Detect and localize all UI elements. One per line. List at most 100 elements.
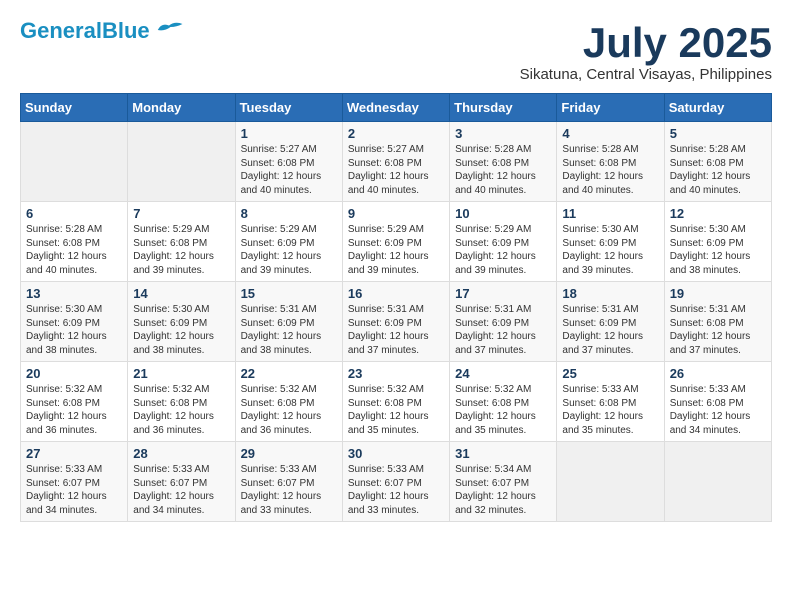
day-number: 4 — [562, 126, 658, 141]
title-block: July 2025 Sikatuna, Central Visayas, Phi… — [520, 20, 772, 83]
calendar-cell: 8 Sunrise: 5:29 AM Sunset: 6:09 PM Daylig… — [235, 202, 342, 282]
day-info: Sunrise: 5:27 AM Sunset: 6:08 PM Dayligh… — [348, 143, 444, 197]
calendar-cell: 23 Sunrise: 5:32 AM Sunset: 6:08 PM Dayli… — [342, 362, 449, 442]
day-number: 19 — [670, 286, 766, 301]
day-number: 22 — [241, 366, 337, 381]
calendar-header-row: SundayMondayTuesdayWednesdayThursdayFrid… — [21, 94, 772, 122]
calendar-week-2: 6Sunrise: 5:28 AM Sunset: 6:08 PM Daylig… — [21, 202, 772, 282]
calendar-cell: 13 Sunrise: 5:30 AM Sunset: 6:09 PM Dayli… — [21, 282, 128, 362]
month-title: July 2025 — [520, 20, 772, 66]
calendar-week-1: 1Sunrise: 5:27 AM Sunset: 6:08 PM Daylig… — [21, 122, 772, 202]
day-number: 23 — [348, 366, 444, 381]
calendar-weekday-tuesday: Tuesday — [235, 94, 342, 122]
logo-bird-icon — [154, 18, 184, 36]
day-info: Sunrise: 5:33 AM Sunset: 6:07 PM Dayligh… — [133, 463, 229, 517]
logo-text: GeneralBlue — [20, 20, 150, 42]
calendar-cell: 31Sunrise: 5:34 AM Sunset: 6:07 PM Dayli… — [450, 442, 557, 522]
day-info: Sunrise: 5:31 AM Sunset: 6:09 PM Dayligh… — [241, 303, 337, 357]
calendar-weekday-wednesday: Wednesday — [342, 94, 449, 122]
calendar-cell: 6Sunrise: 5:28 AM Sunset: 6:08 PM Daylig… — [21, 202, 128, 282]
day-info: Sunrise: 5:33 AM Sunset: 6:08 PM Dayligh… — [562, 383, 658, 437]
calendar-week-5: 27 Sunrise: 5:33 AM Sunset: 6:07 PM Dayli… — [21, 442, 772, 522]
calendar-week-4: 20 Sunrise: 5:32 AM Sunset: 6:08 PM Dayli… — [21, 362, 772, 442]
day-number: 26 — [670, 366, 766, 381]
day-number: 14 — [133, 286, 229, 301]
calendar-weekday-monday: Monday — [128, 94, 235, 122]
calendar-cell: 21 Sunrise: 5:32 AM Sunset: 6:08 PM Dayli… — [128, 362, 235, 442]
day-info: Sunrise: 5:29 AM Sunset: 6:09 PM Dayligh… — [241, 223, 337, 277]
calendar-weekday-thursday: Thursday — [450, 94, 557, 122]
day-number: 12 — [670, 206, 766, 221]
day-info: Sunrise: 5:28 AM Sunset: 6:08 PM Dayligh… — [562, 143, 658, 197]
day-number: 7 — [133, 206, 229, 221]
day-info: Sunrise: 5:32 AM Sunset: 6:08 PM Dayligh… — [455, 383, 551, 437]
calendar-body: 1Sunrise: 5:27 AM Sunset: 6:08 PM Daylig… — [21, 122, 772, 522]
calendar-cell: 25 Sunrise: 5:33 AM Sunset: 6:08 PM Dayli… — [557, 362, 664, 442]
page-header: GeneralBlue July 2025 Sikatuna, Central … — [20, 20, 772, 83]
day-number: 24 — [455, 366, 551, 381]
day-info: Sunrise: 5:28 AM Sunset: 6:08 PM Dayligh… — [455, 143, 551, 197]
calendar-cell: 14 Sunrise: 5:30 AM Sunset: 6:09 PM Dayli… — [128, 282, 235, 362]
calendar-cell: 22 Sunrise: 5:32 AM Sunset: 6:08 PM Dayli… — [235, 362, 342, 442]
calendar-cell: 1Sunrise: 5:27 AM Sunset: 6:08 PM Daylig… — [235, 122, 342, 202]
day-number: 10 — [455, 206, 551, 221]
calendar-cell: 26 Sunrise: 5:33 AM Sunset: 6:08 PM Dayli… — [664, 362, 771, 442]
day-info: Sunrise: 5:31 AM Sunset: 6:08 PM Dayligh… — [670, 303, 766, 357]
day-number: 30 — [348, 446, 444, 461]
day-number: 25 — [562, 366, 658, 381]
day-number: 27 — [26, 446, 122, 461]
calendar-cell: 5 Sunrise: 5:28 AM Sunset: 6:08 PM Daylig… — [664, 122, 771, 202]
day-number: 11 — [562, 206, 658, 221]
calendar-cell: 9 Sunrise: 5:29 AM Sunset: 6:09 PM Daylig… — [342, 202, 449, 282]
day-number: 18 — [562, 286, 658, 301]
day-info: Sunrise: 5:31 AM Sunset: 6:09 PM Dayligh… — [348, 303, 444, 357]
day-number: 29 — [241, 446, 337, 461]
calendar-cell: 11 Sunrise: 5:30 AM Sunset: 6:09 PM Dayli… — [557, 202, 664, 282]
day-number: 21 — [133, 366, 229, 381]
calendar-cell: 10 Sunrise: 5:29 AM Sunset: 6:09 PM Dayli… — [450, 202, 557, 282]
day-number: 2 — [348, 126, 444, 141]
day-info: Sunrise: 5:32 AM Sunset: 6:08 PM Dayligh… — [26, 383, 122, 437]
calendar-cell — [664, 442, 771, 522]
day-number: 15 — [241, 286, 337, 301]
calendar-cell — [21, 122, 128, 202]
location: Sikatuna, Central Visayas, Philippines — [520, 66, 772, 83]
calendar-cell — [557, 442, 664, 522]
day-info: Sunrise: 5:30 AM Sunset: 6:09 PM Dayligh… — [133, 303, 229, 357]
calendar-cell: 7 Sunrise: 5:29 AM Sunset: 6:08 PM Daylig… — [128, 202, 235, 282]
day-number: 9 — [348, 206, 444, 221]
day-info: Sunrise: 5:33 AM Sunset: 6:08 PM Dayligh… — [670, 383, 766, 437]
calendar-cell: 20 Sunrise: 5:32 AM Sunset: 6:08 PM Dayli… — [21, 362, 128, 442]
calendar-cell: 18 Sunrise: 5:31 AM Sunset: 6:09 PM Dayli… — [557, 282, 664, 362]
calendar-weekday-friday: Friday — [557, 94, 664, 122]
day-info: Sunrise: 5:32 AM Sunset: 6:08 PM Dayligh… — [348, 383, 444, 437]
day-info: Sunrise: 5:27 AM Sunset: 6:08 PM Dayligh… — [241, 143, 337, 197]
day-info: Sunrise: 5:30 AM Sunset: 6:09 PM Dayligh… — [26, 303, 122, 357]
day-number: 3 — [455, 126, 551, 141]
day-number: 20 — [26, 366, 122, 381]
day-info: Sunrise: 5:30 AM Sunset: 6:09 PM Dayligh… — [670, 223, 766, 277]
day-number: 17 — [455, 286, 551, 301]
day-number: 8 — [241, 206, 337, 221]
calendar-table: SundayMondayTuesdayWednesdayThursdayFrid… — [20, 93, 772, 522]
day-number: 5 — [670, 126, 766, 141]
calendar-cell: 29Sunrise: 5:33 AM Sunset: 6:07 PM Dayli… — [235, 442, 342, 522]
day-info: Sunrise: 5:28 AM Sunset: 6:08 PM Dayligh… — [670, 143, 766, 197]
calendar-cell: 24 Sunrise: 5:32 AM Sunset: 6:08 PM Dayli… — [450, 362, 557, 442]
calendar-cell: 12 Sunrise: 5:30 AM Sunset: 6:09 PM Dayli… — [664, 202, 771, 282]
day-info: Sunrise: 5:30 AM Sunset: 6:09 PM Dayligh… — [562, 223, 658, 277]
calendar-cell: 3 Sunrise: 5:28 AM Sunset: 6:08 PM Daylig… — [450, 122, 557, 202]
day-info: Sunrise: 5:32 AM Sunset: 6:08 PM Dayligh… — [241, 383, 337, 437]
day-info: Sunrise: 5:29 AM Sunset: 6:08 PM Dayligh… — [133, 223, 229, 277]
day-info: Sunrise: 5:29 AM Sunset: 6:09 PM Dayligh… — [455, 223, 551, 277]
day-info: Sunrise: 5:32 AM Sunset: 6:08 PM Dayligh… — [133, 383, 229, 437]
day-info: Sunrise: 5:29 AM Sunset: 6:09 PM Dayligh… — [348, 223, 444, 277]
day-info: Sunrise: 5:31 AM Sunset: 6:09 PM Dayligh… — [562, 303, 658, 357]
day-info: Sunrise: 5:31 AM Sunset: 6:09 PM Dayligh… — [455, 303, 551, 357]
calendar-cell: 17 Sunrise: 5:31 AM Sunset: 6:09 PM Dayli… — [450, 282, 557, 362]
day-number: 13 — [26, 286, 122, 301]
day-number: 6 — [26, 206, 122, 221]
calendar-cell: 27Sunrise: 5:33 AM Sunset: 6:07 PM Dayli… — [21, 442, 128, 522]
day-number: 31 — [455, 446, 551, 461]
calendar-cell: 2 Sunrise: 5:27 AM Sunset: 6:08 PM Daylig… — [342, 122, 449, 202]
